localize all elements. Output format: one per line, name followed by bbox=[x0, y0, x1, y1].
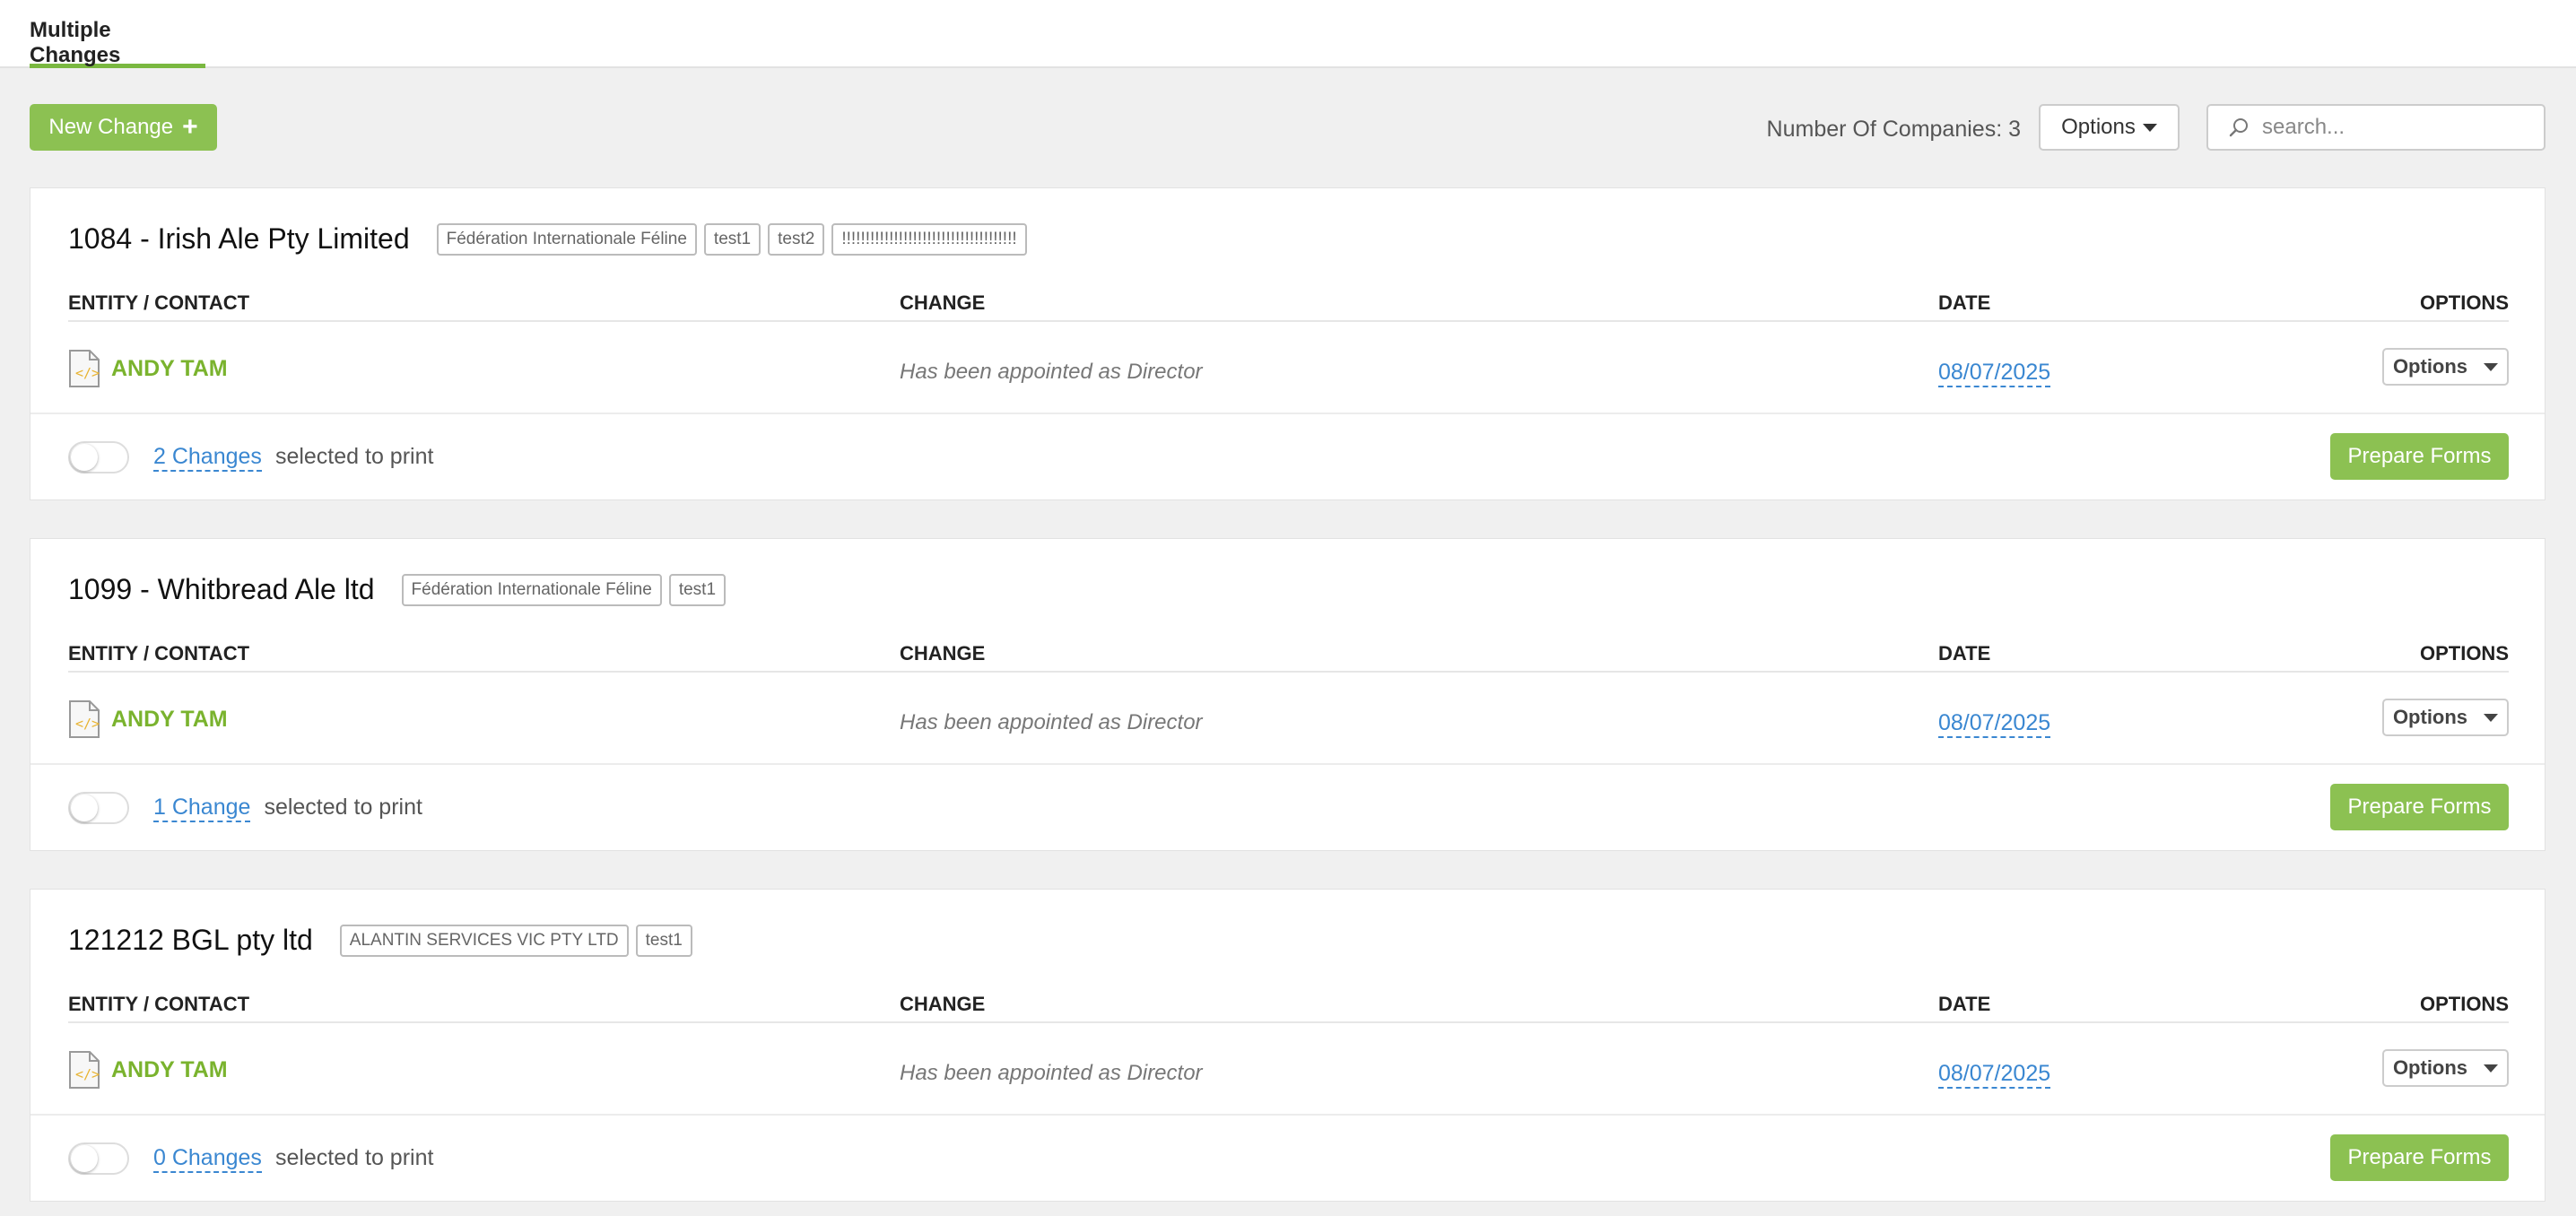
entity-name-link[interactable]: ANDY TAM bbox=[111, 707, 228, 733]
svg-text:</>: </> bbox=[75, 716, 100, 732]
toggle-knob bbox=[71, 1145, 98, 1172]
table-header: ENTITY / CONTACT CHANGE DATE OPTIONS bbox=[68, 282, 2509, 322]
card-footer: 0 Changes selected to print Prepare Form… bbox=[30, 1114, 2545, 1201]
row-options-dropdown[interactable]: Options bbox=[2382, 1049, 2509, 1087]
selected-to-print-text: selected to print bbox=[274, 444, 434, 469]
header-change: CHANGE bbox=[900, 291, 986, 314]
search-icon bbox=[2229, 118, 2248, 137]
company-tags: Fédération Internationale Féline test1 bbox=[401, 573, 734, 606]
print-toggle[interactable] bbox=[68, 792, 129, 824]
header-entity: ENTITY / CONTACT bbox=[68, 993, 250, 1015]
entity-cell: </> ANDY TAM bbox=[68, 699, 228, 739]
prepare-forms-button[interactable]: Prepare Forms bbox=[2330, 1134, 2509, 1181]
document-icon: </> bbox=[69, 700, 100, 738]
header-entity: ENTITY / CONTACT bbox=[68, 291, 250, 314]
selected-to-print-text: selected to print bbox=[264, 795, 422, 820]
company-title-row: 1084 - Irish Ale Pty Limited Fédération … bbox=[68, 222, 1034, 256]
header-change: CHANGE bbox=[900, 993, 986, 1015]
table-header: ENTITY / CONTACT CHANGE DATE OPTIONS bbox=[68, 984, 2509, 1023]
header-date: DATE bbox=[1938, 291, 1991, 314]
table-header: ENTITY / CONTACT CHANGE DATE OPTIONS bbox=[68, 633, 2509, 673]
options-label: Options bbox=[2061, 115, 2136, 139]
header-options: OPTIONS bbox=[2419, 642, 2509, 664]
caret-down-icon bbox=[2484, 1064, 2499, 1073]
caret-down-icon bbox=[2484, 362, 2499, 371]
table-row: </> ANDY TAM Has been appointed as Direc… bbox=[68, 1023, 2509, 1114]
toggle-knob bbox=[71, 795, 98, 821]
header-change: CHANGE bbox=[900, 642, 986, 664]
entity-name-link[interactable]: ANDY TAM bbox=[111, 1057, 228, 1083]
entity-cell: </> ANDY TAM bbox=[68, 1050, 228, 1090]
caret-down-icon bbox=[2142, 123, 2157, 132]
change-description: Has been appointed as Director bbox=[900, 1061, 1203, 1085]
row-options-dropdown[interactable]: Options bbox=[2382, 348, 2509, 386]
prepare-forms-button[interactable]: Prepare Forms bbox=[2330, 433, 2509, 480]
change-date-link[interactable]: 08/07/2025 bbox=[1938, 360, 2051, 387]
top-tab-bar: Multiple Changes bbox=[0, 0, 2576, 68]
header-date: DATE bbox=[1938, 642, 1991, 664]
plus-icon: + bbox=[182, 112, 198, 142]
change-description: Has been appointed as Director bbox=[900, 360, 1203, 384]
company-card: 1099 - Whitbread Ale ltd Fédération Inte… bbox=[30, 538, 2546, 851]
header-options: OPTIONS bbox=[2419, 993, 2509, 1015]
table-row: </> ANDY TAM Has been appointed as Direc… bbox=[68, 322, 2509, 413]
company-tags: Fédération Internationale Féline test1 tes… bbox=[436, 222, 1034, 256]
toggle-knob bbox=[71, 444, 98, 471]
row-options-label: Options bbox=[2392, 355, 2468, 378]
row-options-label: Options bbox=[2392, 1056, 2468, 1079]
changes-count-link[interactable]: 0 Changes bbox=[153, 1145, 262, 1173]
entity-cell: </> ANDY TAM bbox=[68, 349, 228, 388]
changes-count-link[interactable]: 2 Changes bbox=[153, 444, 262, 472]
company-name: 1084 - Irish Ale Pty Limited bbox=[68, 222, 410, 255]
company-tag: ALANTIN SERVICES VIC PTY LTD bbox=[339, 924, 629, 957]
document-icon: </> bbox=[69, 1051, 100, 1089]
table-row: </> ANDY TAM Has been appointed as Direc… bbox=[68, 673, 2509, 763]
changes-count-link[interactable]: 1 Change bbox=[153, 795, 251, 822]
change-date-link[interactable]: 08/07/2025 bbox=[1938, 710, 2051, 738]
prepare-forms-button[interactable]: Prepare Forms bbox=[2330, 784, 2509, 830]
print-summary: 1 Change selected to print bbox=[153, 795, 422, 822]
svg-text:</>: </> bbox=[75, 1066, 100, 1082]
document-icon: </> bbox=[69, 350, 100, 387]
tab-multiple-changes[interactable]: Multiple Changes bbox=[30, 0, 205, 68]
company-card: 1084 - Irish Ale Pty Limited Fédération … bbox=[30, 187, 2546, 500]
caret-down-icon bbox=[2484, 713, 2499, 722]
company-tags: ALANTIN SERVICES VIC PTY LTD test1 bbox=[339, 924, 700, 957]
company-name: 1099 - Whitbread Ale ltd bbox=[68, 573, 375, 605]
number-of-companies: Number Of Companies: 3 bbox=[1766, 117, 2021, 142]
options-dropdown-button[interactable]: Options bbox=[2039, 104, 2180, 151]
company-tag: !!!!!!!!!!!!!!!!!!!!!!!!!!!!!!!!!!!!! bbox=[831, 222, 1027, 256]
entity-name-link[interactable]: ANDY TAM bbox=[111, 356, 228, 382]
row-options-label: Options bbox=[2392, 706, 2468, 728]
change-date-link[interactable]: 08/07/2025 bbox=[1938, 1061, 2051, 1089]
print-toggle[interactable] bbox=[68, 441, 129, 473]
card-footer: 2 Changes selected to print Prepare Form… bbox=[30, 413, 2545, 499]
company-card: 121212 BGL pty ltd ALANTIN SERVICES VIC … bbox=[30, 889, 2546, 1202]
company-tag: test1 bbox=[703, 222, 761, 256]
new-change-label: New Change bbox=[48, 115, 174, 139]
print-summary: 0 Changes selected to print bbox=[153, 1145, 433, 1173]
selected-to-print-text: selected to print bbox=[274, 1145, 434, 1170]
search-box[interactable] bbox=[2206, 104, 2546, 151]
company-title-row: 1099 - Whitbread Ale ltd Fédération Inte… bbox=[68, 573, 733, 606]
svg-text:</>: </> bbox=[75, 365, 100, 381]
company-tag: Fédération Internationale Féline bbox=[401, 573, 662, 606]
company-tag: Fédération Internationale Féline bbox=[436, 222, 697, 256]
company-tag: test2 bbox=[768, 222, 825, 256]
change-description: Has been appointed as Director bbox=[900, 710, 1203, 734]
search-input[interactable] bbox=[2262, 115, 2531, 140]
company-tag: test1 bbox=[668, 573, 727, 606]
card-footer: 1 Change selected to print Prepare Forms bbox=[30, 763, 2545, 850]
print-summary: 2 Changes selected to print bbox=[153, 444, 433, 472]
row-options-dropdown[interactable]: Options bbox=[2382, 699, 2509, 736]
company-tag: test1 bbox=[635, 924, 692, 957]
header-date: DATE bbox=[1938, 993, 1991, 1015]
header-options: OPTIONS bbox=[2419, 291, 2509, 314]
print-toggle[interactable] bbox=[68, 1142, 129, 1175]
new-change-button[interactable]: New Change + bbox=[30, 104, 217, 151]
company-name: 121212 BGL pty ltd bbox=[68, 924, 313, 956]
company-title-row: 121212 BGL pty ltd ALANTIN SERVICES VIC … bbox=[68, 924, 700, 957]
header-entity: ENTITY / CONTACT bbox=[68, 642, 250, 664]
